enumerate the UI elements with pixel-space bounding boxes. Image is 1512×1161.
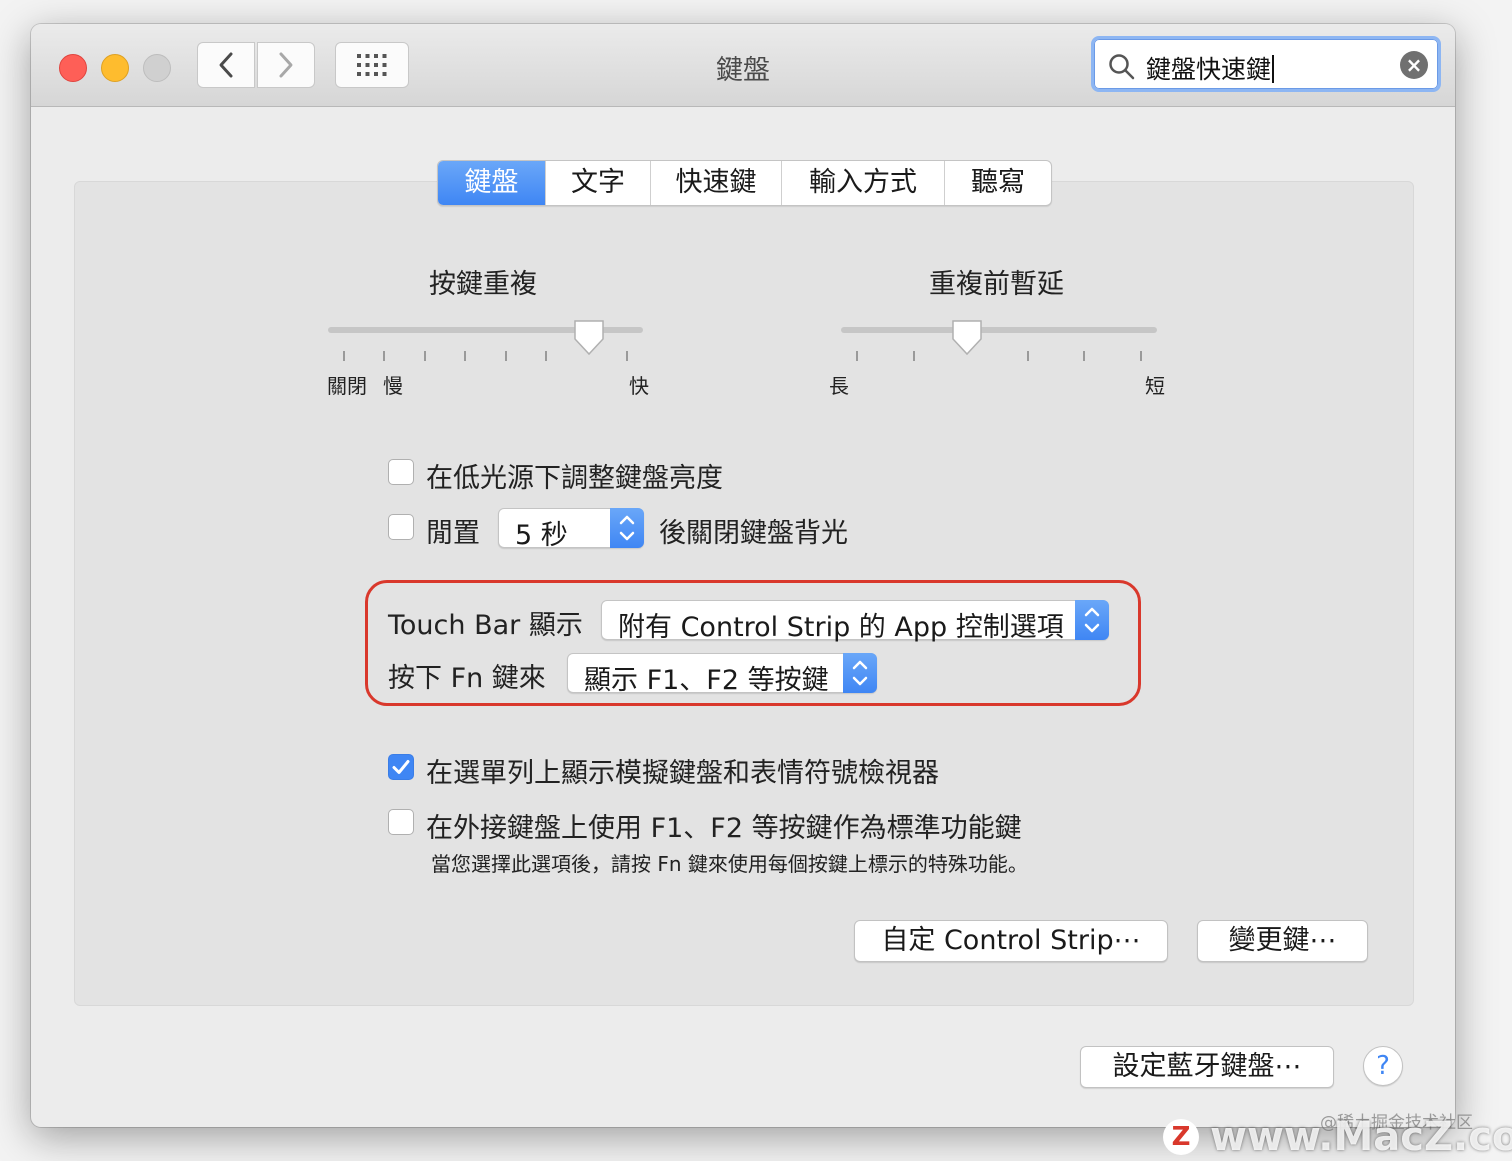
slider-tick (424, 351, 426, 361)
modifier-keys-button[interactable]: 變更鍵⋯ (1197, 920, 1368, 962)
delay-short-label: 短 (1145, 374, 1165, 398)
idle-time-select[interactable]: 5 秒 (498, 508, 644, 551)
slider-tick (505, 351, 507, 361)
slider-tick (464, 351, 466, 361)
key-repeat-off-label: 關閉 (327, 374, 367, 398)
tab-input-sources[interactable]: 輸入方式 (782, 161, 945, 205)
tab-bar: 鍵盤 文字 快速鍵 輸入方式 聽寫 (437, 160, 1052, 206)
slider-tick (1140, 351, 1142, 361)
key-repeat-title: 按鍵重複 (429, 269, 537, 300)
search-input[interactable]: 鍵盤快速鍵 (1146, 50, 1275, 86)
idle-backlight-checkbox[interactable] (388, 514, 414, 540)
preferences-window: 鍵盤 鍵盤快速鍵 × 鍵盤 文字 快速鍵 輸入方式 聽寫 按鍵重複 關閉 慢 快… (31, 24, 1455, 1127)
customize-control-strip-button[interactable]: 自定 Control Strip⋯ (854, 920, 1168, 962)
watermark-logo: Z (1163, 1119, 1199, 1155)
fn-standard-checkbox[interactable] (388, 809, 414, 835)
select-stepper (843, 653, 877, 693)
slider-tick (1083, 351, 1085, 361)
adjust-brightness-label: 在低光源下調整鍵盤亮度 (426, 463, 723, 494)
idle-prefix-label: 閒置 (426, 518, 480, 549)
delay-until-repeat-track[interactable] (841, 327, 1157, 333)
slider-tick (626, 351, 628, 361)
title-bar: 鍵盤 鍵盤快速鍵 × (31, 24, 1455, 107)
key-repeat-slow-label: 慢 (383, 374, 403, 398)
delay-long-label: 長 (829, 374, 849, 398)
slider-tick (545, 351, 547, 361)
slider-tick (1027, 351, 1029, 361)
chevron-up-down-icon (1084, 607, 1100, 633)
tab-shortcuts[interactable]: 快速鍵 (651, 161, 782, 205)
key-repeat-thumb[interactable] (572, 319, 606, 357)
search-icon (1109, 54, 1135, 80)
show-viewer-label: 在選單列上顯示模擬鍵盤和表情符號檢視器 (426, 758, 939, 789)
delay-until-repeat-title: 重複前暫延 (929, 269, 1064, 300)
tab-keyboard[interactable]: 鍵盤 (438, 161, 546, 205)
tab-text[interactable]: 文字 (546, 161, 651, 205)
fn-key-label: 按下 Fn 鍵來 (388, 663, 546, 694)
select-stepper (1075, 600, 1109, 640)
search-field[interactable]: 鍵盤快速鍵 × (1091, 36, 1441, 92)
chevron-up-down-icon (619, 515, 635, 541)
idle-time-value: 5 秒 (515, 520, 568, 551)
watermark-site: www.MacZ.com (1210, 1114, 1512, 1160)
clear-search-icon[interactable]: × (1400, 51, 1428, 79)
touch-bar-value: 附有 Control Strip 的 App 控制選項 (618, 612, 1064, 643)
fn-key-value: 顯示 F1、F2 等按鍵 (584, 665, 829, 696)
delay-until-repeat-thumb[interactable] (950, 319, 984, 357)
key-repeat-fast-label: 快 (629, 374, 649, 398)
select-stepper (610, 508, 644, 548)
chevron-up-down-icon (852, 660, 868, 686)
slider-tick (856, 351, 858, 361)
fn-key-select[interactable]: 顯示 F1、F2 等按鍵 (567, 653, 877, 696)
slider-tick (343, 351, 345, 361)
touch-bar-label: Touch Bar 顯示 (388, 610, 583, 641)
show-viewer-checkbox[interactable] (388, 754, 414, 780)
setup-bluetooth-keyboard-button[interactable]: 設定藍牙鍵盤⋯ (1080, 1046, 1334, 1088)
slider-tick (383, 351, 385, 361)
fn-standard-label: 在外接鍵盤上使用 F1、F2 等按鍵作為標準功能鍵 (426, 813, 1022, 844)
slider-tick (913, 351, 915, 361)
checkmark-icon (392, 760, 410, 774)
idle-suffix-label: 後關閉鍵盤背光 (659, 518, 848, 549)
touch-bar-select[interactable]: 附有 Control Strip 的 App 控制選項 (601, 600, 1109, 643)
tab-dictation[interactable]: 聽寫 (945, 161, 1051, 205)
fn-standard-note: 當您選擇此選項後，請按 Fn 鍵來使用每個按鍵上標示的特殊功能。 (431, 852, 1028, 876)
adjust-brightness-checkbox[interactable] (388, 459, 414, 485)
help-button[interactable]: ? (1363, 1046, 1403, 1086)
